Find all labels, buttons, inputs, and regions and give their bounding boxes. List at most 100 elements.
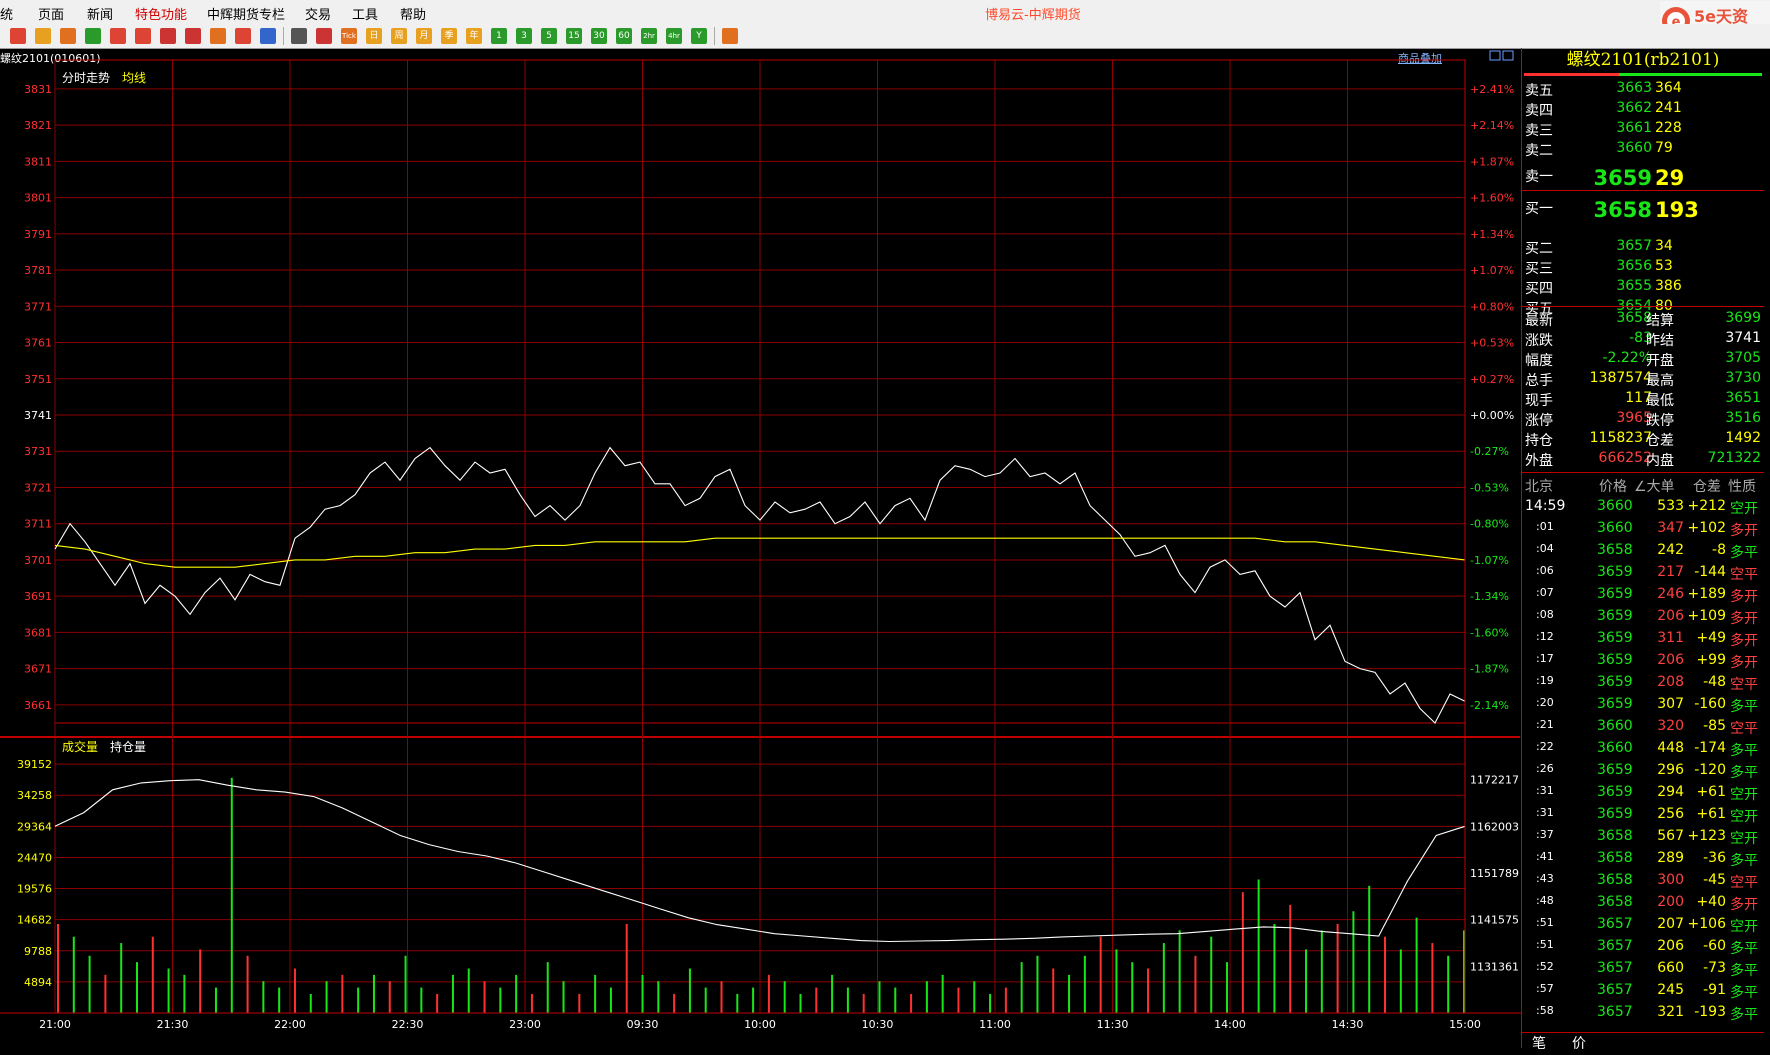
tick-price: 3660 xyxy=(1597,498,1633,514)
stat-label: 总手 xyxy=(1525,373,1553,389)
tick-volume: 242 xyxy=(1657,542,1684,558)
zoom-in-icon[interactable] xyxy=(110,28,126,44)
tick-volume: 300 xyxy=(1657,872,1684,888)
cards-icon[interactable] xyxy=(60,28,76,44)
price-tick-label: 3701 xyxy=(24,554,52,567)
period-60-icon[interactable]: 60 xyxy=(616,28,632,44)
bell-icon[interactable] xyxy=(210,28,226,44)
oi-tick-label: 1141575 xyxy=(1470,914,1519,927)
menu-trade[interactable]: 交易 xyxy=(305,4,331,23)
pen-icon[interactable] xyxy=(185,28,201,44)
tick-icon[interactable]: Tick xyxy=(341,28,357,44)
stat-label: 持仓 xyxy=(1525,433,1553,449)
flag-icon[interactable] xyxy=(260,28,276,44)
home-icon[interactable] xyxy=(10,28,26,44)
tick-header-price: 价格 xyxy=(1599,479,1627,495)
bid-label: 买一 xyxy=(1525,201,1553,217)
stat-value: 3705 xyxy=(1725,350,1761,366)
period-4hr-icon[interactable]: 4hr xyxy=(666,28,682,44)
volume-bar xyxy=(1431,943,1434,1013)
tick-volume: 289 xyxy=(1657,850,1684,866)
tick-nature: 空开 xyxy=(1730,919,1758,935)
stat-value: 3658 xyxy=(1616,310,1652,326)
intraday-chart[interactable]: 分时走势 均线成交量 持仓量 3831 +2.41% 3821 +2.14% 3811 +1.8… xyxy=(0,48,1521,1048)
volume-bar xyxy=(436,993,439,1013)
window-icon[interactable] xyxy=(160,28,176,44)
tick-oi-diff: -60 xyxy=(1703,938,1726,954)
period-15-icon[interactable]: 15 xyxy=(566,28,582,44)
volume-bar xyxy=(925,981,928,1013)
tick-oi-diff: -144 xyxy=(1694,564,1726,580)
ask-level-2: 卖二 3660 79 xyxy=(1522,140,1764,160)
pct-tick-label: -1.34% xyxy=(1470,590,1509,603)
period-month-icon[interactable]: 月 xyxy=(416,28,432,44)
volume-bar xyxy=(1320,930,1323,1013)
tick-volume: 296 xyxy=(1657,762,1684,778)
volume-bar xyxy=(941,974,944,1013)
ask-price: 3659 xyxy=(1593,166,1652,190)
quote-bottom-tabs: 笔价 xyxy=(1522,1032,1764,1055)
tick-row: :19 3659 208 -48 空平 xyxy=(1522,674,1764,696)
tick-row: :26 3659 296 -120 多平 xyxy=(1522,762,1764,784)
stat-row: 总手 1387574 最高 3730 xyxy=(1522,370,1764,390)
calendar-icon[interactable] xyxy=(722,28,738,44)
tick-nature: 空平 xyxy=(1730,567,1758,583)
ask-level-3: 卖三 3661 228 xyxy=(1522,120,1764,140)
tick-time: 14:59 xyxy=(1525,498,1566,514)
period-week-icon[interactable]: 周 xyxy=(391,28,407,44)
stat-label: 外盘 xyxy=(1525,453,1553,469)
tick-row: :20 3659 307 -160 多平 xyxy=(1522,696,1764,718)
tick-time: :07 xyxy=(1536,586,1554,599)
period-year-icon[interactable]: 年 xyxy=(466,28,482,44)
tab-price-distribution[interactable]: 价 xyxy=(1572,1033,1586,1053)
menu-help[interactable]: 帮助 xyxy=(400,4,426,23)
tick-time: :12 xyxy=(1536,630,1554,643)
price-tick-label: 3791 xyxy=(24,228,52,241)
volume-tick-label: 14682 xyxy=(17,914,52,927)
menu-system[interactable]: 统 xyxy=(0,4,13,23)
folder-icon[interactable] xyxy=(35,28,51,44)
tab-ticks[interactable]: 笔 xyxy=(1532,1033,1546,1053)
period-day-icon[interactable]: 日 xyxy=(366,28,382,44)
period-2hr-icon[interactable]: 2hr xyxy=(641,28,657,44)
volume-bar xyxy=(1020,962,1023,1013)
volume-bar xyxy=(199,949,202,1013)
period-1-icon[interactable]: 1 xyxy=(491,28,507,44)
period-30-icon[interactable]: 30 xyxy=(591,28,607,44)
period-custom-icon[interactable]: Y xyxy=(691,28,707,44)
stat-value: 721322 xyxy=(1707,450,1761,466)
zoom-out-icon[interactable] xyxy=(135,28,151,44)
table-icon[interactable] xyxy=(291,28,307,44)
tick-time: :43 xyxy=(1536,872,1554,885)
funnel-icon[interactable] xyxy=(235,28,251,44)
time-tick-label: 11:30 xyxy=(1097,1018,1129,1031)
volume-bar xyxy=(1226,962,1229,1013)
panel-maximize-icon xyxy=(1502,50,1514,61)
tick-volume: 208 xyxy=(1657,674,1684,690)
period-5-icon[interactable]: 5 xyxy=(541,28,557,44)
tick-nature: 多平 xyxy=(1730,985,1758,1001)
chart-line-icon[interactable] xyxy=(316,28,332,44)
price-tick-label: 3711 xyxy=(24,518,52,531)
volume-bar xyxy=(578,993,581,1013)
price-tick-label: 3691 xyxy=(24,590,52,603)
tick-row: :12 3659 311 +49 多开 xyxy=(1522,630,1764,652)
volume-bar xyxy=(1257,879,1260,1013)
tick-price: 3659 xyxy=(1597,696,1633,712)
refresh-icon[interactable] xyxy=(85,28,101,44)
menu-zhonghui-column[interactable]: 中辉期货专栏 xyxy=(207,4,285,23)
volume-bar xyxy=(515,974,518,1013)
tick-volume: 307 xyxy=(1657,696,1684,712)
tick-row: :04 3658 242 -8 多平 xyxy=(1522,542,1764,564)
volume-bar xyxy=(135,962,138,1013)
stat-label: 内盘 xyxy=(1646,453,1674,469)
menu-news[interactable]: 新闻 xyxy=(87,4,113,23)
menu-tools[interactable]: 工具 xyxy=(352,4,378,23)
volume-bar xyxy=(1147,968,1150,1013)
menu-page[interactable]: 页面 xyxy=(38,4,64,23)
volume-bar xyxy=(1352,911,1355,1013)
period-3-icon[interactable]: 3 xyxy=(516,28,532,44)
period-quarter-icon[interactable]: 季 xyxy=(441,28,457,44)
tick-oi-diff: -85 xyxy=(1703,718,1726,734)
menu-features[interactable]: 特色功能 xyxy=(135,4,187,23)
